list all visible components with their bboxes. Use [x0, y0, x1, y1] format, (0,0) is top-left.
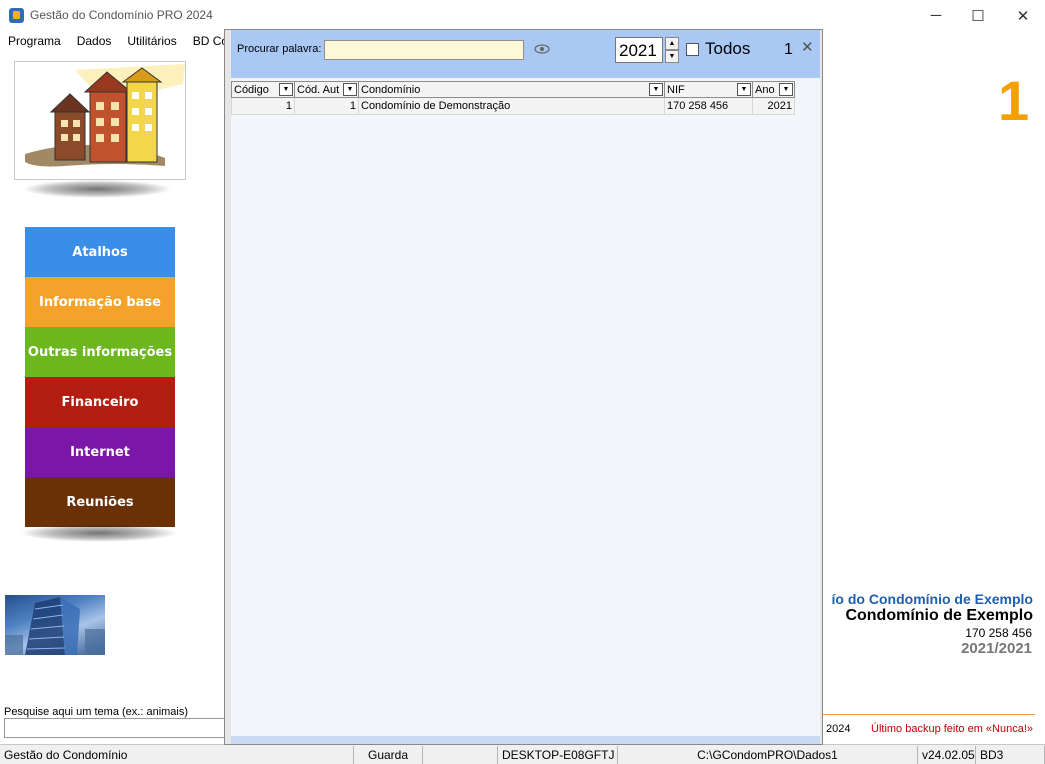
filter-dropdown-icon[interactable]: ▼	[779, 83, 793, 96]
condominium-nif: 170 258 456	[965, 626, 1032, 640]
search-word-input[interactable]	[324, 40, 524, 60]
status-app: Gestão do Condomínio	[0, 746, 354, 764]
divider	[822, 714, 1035, 715]
nav-reunioes-button[interactable]: Reuniões	[25, 477, 175, 527]
title-bar: Gestão do Condomínio PRO 2024 ─ ☐ ✕	[0, 0, 1045, 31]
topic-search-input[interactable]	[4, 718, 226, 738]
condominium-admin-name: ío do Condomínio de Exemplo	[831, 591, 1033, 607]
spin-up-icon[interactable]: ▲	[665, 37, 679, 50]
close-button[interactable]: ✕	[1000, 0, 1045, 31]
nav-atalhos-button[interactable]: Atalhos	[25, 227, 175, 277]
results-table: Código ▼ Cód. Aut ▼ Condomínio ▼ NIF ▼ Ano ▼ …	[231, 81, 795, 115]
menu-utilitarios[interactable]: Utilitários	[119, 31, 184, 51]
footer-year: 2024	[826, 723, 851, 735]
condominium-search-dialog: Procurar palavra: 2021 ▲ ▼ Todos 1 ✕ Cód…	[224, 29, 823, 745]
nav-outras-informacoes-button[interactable]: Outras informações	[25, 327, 175, 377]
menu-dados[interactable]: Dados	[69, 31, 120, 51]
condominium-name: Condomínio de Exemplo	[845, 607, 1033, 624]
buildings-logo-icon	[25, 64, 185, 167]
nav-shadow	[20, 524, 178, 542]
cell-cod-aut: 1	[294, 97, 359, 115]
results-grid: Código ▼ Cód. Aut ▼ Condomínio ▼ NIF ▼ Ano ▼ …	[231, 78, 820, 736]
record-count: 1	[784, 41, 793, 58]
search-word-label: Procurar palavra:	[237, 43, 322, 55]
dialog-footer	[231, 736, 820, 744]
status-bar: Gestão do Condomínio Guarda DESKTOP-E08G…	[0, 744, 1045, 764]
dialog-header: Procurar palavra: 2021 ▲ ▼ Todos 1 ✕	[231, 30, 820, 78]
nav-financeiro-button[interactable]: Financeiro	[25, 377, 175, 427]
cell-ano: 2021	[752, 97, 795, 115]
status-version: v24.02.05	[918, 746, 976, 764]
minimize-button[interactable]: ─	[913, 0, 959, 31]
column-header-condominio[interactable]: Condomínio ▼	[358, 81, 665, 98]
maximize-button[interactable]: ☐	[955, 0, 1001, 31]
status-guarda: Guarda	[354, 746, 423, 764]
nav-informacao-base-button[interactable]: Informação base	[25, 277, 175, 327]
column-header-cod-aut[interactable]: Cód. Aut ▼	[294, 81, 359, 98]
backup-status[interactable]: Último backup feito em «Nunca!»	[871, 723, 1033, 735]
eye-icon[interactable]	[534, 43, 550, 55]
logo	[14, 61, 186, 180]
app-icon	[9, 8, 24, 23]
nav-internet-button[interactable]: Internet	[25, 427, 175, 477]
condominium-years: 2021/2021	[961, 640, 1032, 657]
menu-programa[interactable]: Programa	[0, 31, 69, 51]
column-header-ano[interactable]: Ano ▼	[752, 81, 795, 98]
cell-nif: 170 258 456	[664, 97, 753, 115]
cell-codigo: 1	[231, 97, 295, 115]
filter-dropdown-icon[interactable]: ▼	[649, 83, 663, 96]
todos-label: Todos	[705, 39, 751, 58]
condominium-number: 1	[998, 69, 1030, 132]
logo-shadow	[22, 180, 172, 198]
menu-bar: Programa Dados Utilitários BD Con	[0, 31, 235, 51]
filter-dropdown-icon[interactable]: ▼	[343, 83, 357, 96]
column-header-nif[interactable]: NIF ▼	[664, 81, 753, 98]
filter-dropdown-icon[interactable]: ▼	[279, 83, 293, 96]
topic-search-label: Pesquise aqui um tema (ex.: animais)	[4, 706, 189, 718]
spin-down-icon[interactable]: ▼	[665, 50, 679, 63]
status-empty	[423, 746, 498, 764]
filter-dropdown-icon[interactable]: ▼	[737, 83, 751, 96]
table-row[interactable]: 1 1 Condomínio de Demonstração 170 258 4…	[231, 97, 795, 115]
year-spinner[interactable]: 2021	[615, 37, 663, 63]
dialog-close-icon[interactable]: ✕	[801, 38, 814, 56]
column-header-codigo[interactable]: Código ▼	[231, 81, 295, 98]
cell-condominio: Condomínio de Demonstração	[358, 97, 665, 115]
status-path: C:\GCondomPRO\Dados1	[618, 746, 918, 764]
skyscraper-icon	[5, 597, 105, 655]
status-host: DESKTOP-E08GFTJ	[498, 746, 618, 764]
building-image[interactable]	[5, 595, 105, 655]
window-title: Gestão do Condomínio PRO 2024	[30, 8, 213, 22]
status-db: BD3	[976, 746, 1045, 764]
todos-checkbox[interactable]	[686, 43, 699, 56]
